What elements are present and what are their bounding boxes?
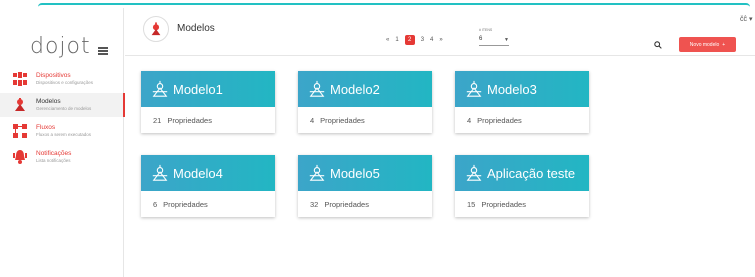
template-icon: [309, 80, 325, 97]
user-menu[interactable]: čĉ ▾: [740, 15, 752, 23]
top-accent-line: [38, 3, 750, 7]
template-properties-label: Propriedades: [481, 199, 526, 209]
items-per-page-label: # ITENS: [479, 28, 493, 32]
app-window: dojot Dispositivos Dispositivos e config…: [0, 0, 755, 277]
page-header: Modelos « 1 2 3 4 » # ITENS 6 ▼ čĉ ▾ Nov…: [125, 8, 755, 56]
pagination-page-4[interactable]: 4: [430, 37, 433, 43]
page-title: Modelos: [177, 23, 215, 34]
sidebar-item-description: Fluxos a serem executados: [36, 131, 92, 137]
sidebar-item-dispositivos[interactable]: Dispositivos Dispositivos e configuraçõe…: [0, 67, 124, 91]
items-per-page-select[interactable]: # ITENS 6 ▼: [479, 28, 509, 46]
sidebar-item-description: Dispositivos e configurações: [36, 79, 94, 85]
page-icon: [143, 16, 169, 42]
template-card[interactable]: Modelo3 4 Propriedades: [455, 71, 589, 133]
template-properties-count: 15: [467, 199, 476, 209]
items-per-page-value: 6: [479, 36, 483, 42]
sidebar-item-fluxos[interactable]: Fluxos Fluxos a serem executados: [0, 119, 124, 143]
plus-icon: +: [722, 41, 726, 48]
sidebar-item-label: Notificações: [36, 149, 72, 157]
template-properties-count: 32: [310, 199, 319, 209]
sidebar-item-notificacoes[interactable]: Notificações Lista notificações: [0, 145, 124, 169]
template-icon: [309, 164, 325, 181]
sidebar-item-label: Modelos: [36, 97, 61, 105]
template-icon: [466, 164, 482, 181]
template-card[interactable]: Modelo2 4 Propriedades: [298, 71, 432, 133]
template-card[interactable]: Modelo1 21 Propriedades: [141, 71, 275, 133]
template-properties-count: 4: [467, 115, 472, 125]
template-properties-label: Propriedades: [324, 199, 369, 209]
pagination: « 1 2 3 4 »: [383, 35, 446, 45]
template-card-title: Modelo1: [173, 81, 223, 97]
template-properties-count: 4: [310, 115, 315, 125]
sidebar: dojot Dispositivos Dispositivos e config…: [0, 8, 125, 277]
pagination-page-2[interactable]: 2: [404, 35, 415, 45]
template-card-title: Modelo2: [330, 81, 380, 97]
template-card-title: Modelo3: [487, 81, 537, 97]
pagination-page-3[interactable]: 3: [421, 37, 424, 43]
template-card-title: Modelo5: [330, 165, 380, 181]
sidebar-item-description: Lista notificações: [36, 157, 71, 163]
sidebar-item-label: Fluxos: [36, 123, 56, 131]
new-template-button-label: Novo modelo: [689, 41, 720, 48]
template-icon: [466, 80, 482, 97]
templates-icon: [151, 22, 161, 36]
chevron-down-icon: ▼: [504, 37, 509, 43]
template-card-title: Modelo4: [173, 165, 223, 181]
pagination-prev[interactable]: «: [386, 37, 389, 43]
template-card[interactable]: Modelo4 6 Propriedades: [141, 155, 275, 217]
pagination-page-1[interactable]: 1: [395, 37, 398, 43]
hamburger-menu-icon[interactable]: [98, 47, 108, 55]
sidebar-item-label: Dispositivos: [36, 71, 71, 79]
template-card[interactable]: Aplicação teste 15 Propriedades: [455, 155, 589, 217]
template-icon: [152, 164, 168, 181]
flows-icon: [13, 124, 27, 138]
search-icon[interactable]: [654, 41, 662, 49]
app-logo[interactable]: dojot: [30, 34, 91, 59]
bell-icon: [13, 150, 27, 164]
sidebar-item-modelos[interactable]: Modelos Gerenciamento de modelos: [0, 93, 125, 117]
template-card[interactable]: Modelo5 32 Propriedades: [298, 155, 432, 217]
template-properties-label: Propriedades: [477, 115, 522, 125]
sidebar-nav: Dispositivos Dispositivos e configuraçõe…: [0, 67, 125, 171]
template-properties-label: Propriedades: [167, 115, 212, 125]
templates-icon: [15, 98, 25, 111]
new-template-button[interactable]: Novo modelo +: [679, 37, 736, 52]
template-icon: [152, 80, 168, 97]
template-card-title: Aplicação teste: [487, 165, 576, 181]
pagination-next[interactable]: »: [439, 37, 442, 43]
template-properties-count: 6: [153, 199, 158, 209]
devices-icon: [13, 72, 27, 86]
template-properties-label: Propriedades: [320, 115, 365, 125]
template-properties-count: 21: [153, 115, 162, 125]
chevron-down-icon: ▾: [748, 16, 753, 23]
template-properties-label: Propriedades: [163, 199, 208, 209]
user-name: čĉ: [740, 16, 747, 23]
sidebar-item-description: Gerenciamento de modelos: [36, 105, 92, 111]
